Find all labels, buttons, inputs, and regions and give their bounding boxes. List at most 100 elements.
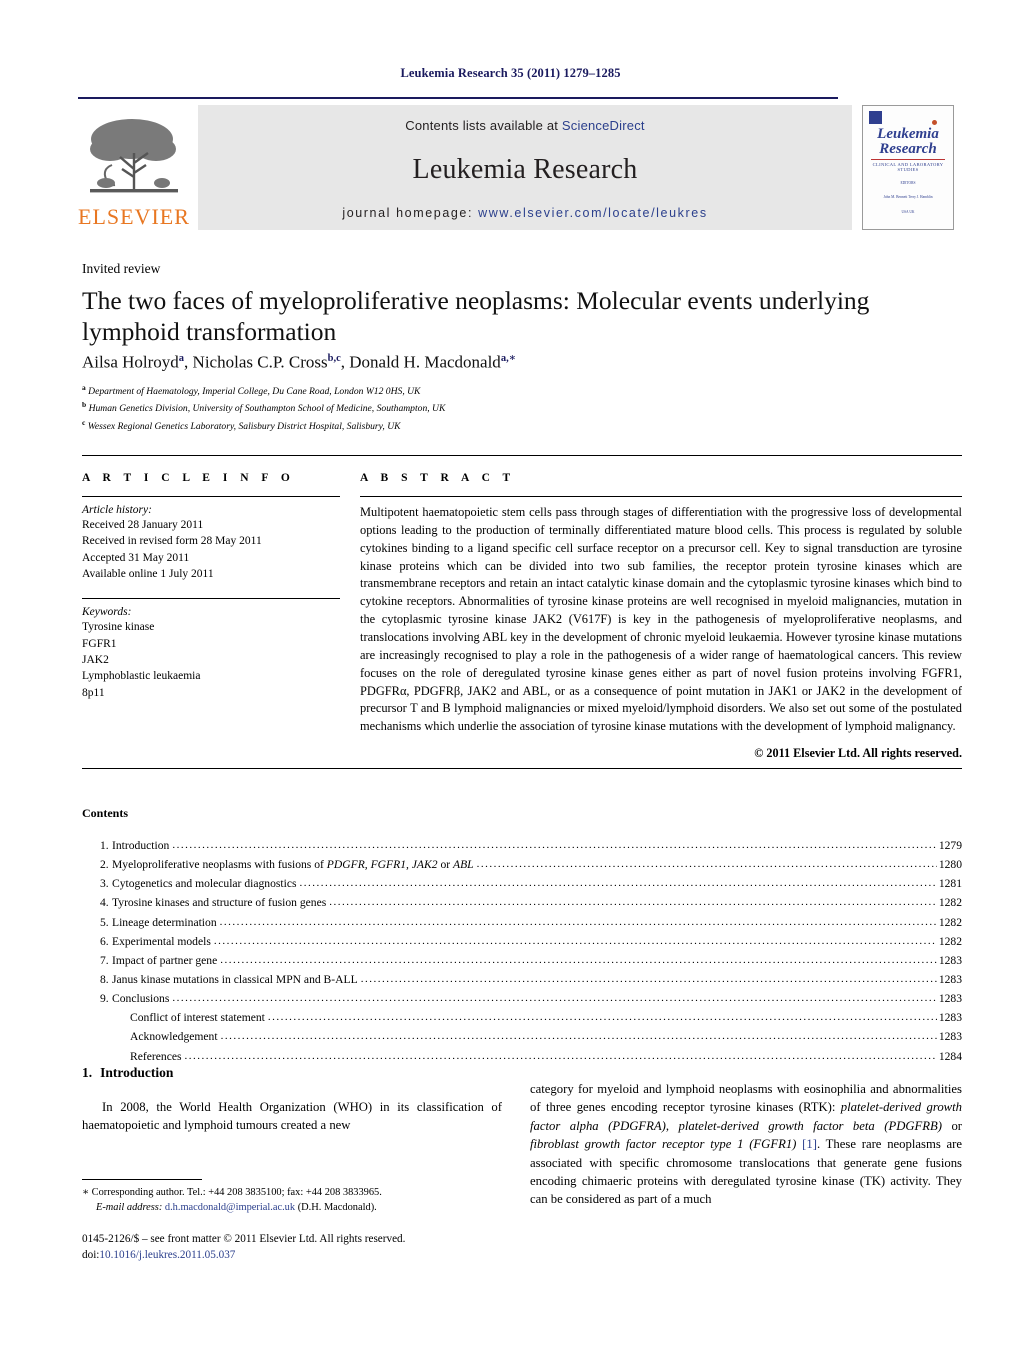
affiliation-list: a Department of Haematology, Imperial Co… bbox=[82, 382, 962, 434]
cover-divider bbox=[871, 158, 945, 160]
footnote-rule bbox=[82, 1179, 202, 1180]
section-number: 1. bbox=[82, 1065, 93, 1080]
toc-row[interactable]: 3. Cytogenetics and molecular diagnostics… bbox=[82, 874, 962, 893]
cover-accent-dot-icon bbox=[932, 120, 937, 125]
toc-number: 3. bbox=[100, 877, 109, 891]
journal-homepage-link[interactable]: www.elsevier.com/locate/leukres bbox=[478, 206, 708, 220]
article-history-item: Received in revised form 28 May 2011 bbox=[82, 535, 262, 548]
toc-leader-dots: ........................................… bbox=[360, 972, 937, 985]
doi-prefix: doi: bbox=[82, 1248, 100, 1261]
doi-link[interactable]: 10.1016/j.leukres.2011.05.037 bbox=[99, 1249, 235, 1261]
body-column-left: In 2008, the World Health Organization (… bbox=[82, 1098, 502, 1135]
email-address-link[interactable]: d.h.macdonald@imperial.ac.uk bbox=[165, 1202, 295, 1213]
toc-row[interactable]: 6. Experimental models...................… bbox=[82, 932, 962, 951]
affiliation-item: c Wessex Regional Genetics Laboratory, S… bbox=[82, 417, 962, 434]
article-type-label: Invited review bbox=[82, 261, 161, 276]
toc-page-number: 1283 bbox=[938, 992, 962, 1006]
article-info-heading: A R T I C L E I N F O bbox=[82, 472, 295, 484]
toc-row[interactable]: Acknowledgement.........................… bbox=[82, 1027, 962, 1046]
article-history-item: Accepted 31 May 2011 bbox=[82, 551, 190, 564]
elsevier-tree-icon bbox=[90, 119, 178, 193]
running-head: Leukemia Research 35 (2011) 1279–1285 bbox=[400, 66, 621, 80]
toc-number: 8. bbox=[100, 972, 109, 986]
toc-label: Tyrosine kinases and structure of fusion… bbox=[112, 896, 327, 910]
abstract-column: A B S T R A C T Multipotent haematopoiet… bbox=[360, 472, 962, 761]
toc-page-number: 1279 bbox=[938, 839, 962, 852]
abstract-text: Multipotent haematopoietic stem cells pa… bbox=[360, 505, 962, 734]
toc-row[interactable]: References..............................… bbox=[82, 1047, 962, 1066]
table-of-contents: 1. Introduction..........................… bbox=[82, 836, 962, 1066]
toc-number: 6. bbox=[100, 934, 109, 948]
body-column-right: category for myeloid and lymphoid neopla… bbox=[530, 1080, 962, 1209]
toc-leader-dots: ........................................… bbox=[220, 953, 937, 966]
keyword-item: Tyrosine kinase bbox=[82, 621, 155, 634]
journal-band: Contents lists available at ScienceDirec… bbox=[198, 105, 852, 230]
keyword-item: Lymphoblastic leukaemia bbox=[82, 670, 201, 683]
toc-number: 2. bbox=[100, 858, 109, 872]
toc-leader-dots: ........................................… bbox=[184, 1049, 937, 1062]
journal-title: Leukemia Research bbox=[412, 153, 638, 185]
cover-editors-places: USA UK bbox=[901, 210, 915, 215]
article-title: The two faces of myeloproliferative neop… bbox=[82, 286, 870, 347]
toc-leader-dots: ........................................… bbox=[329, 896, 937, 909]
toc-label: References bbox=[130, 1049, 182, 1063]
journal-masthead: ELSEVIER Contents lists available at Sci… bbox=[78, 97, 954, 230]
email-address-label: E-mail address: bbox=[96, 1202, 163, 1214]
toc-leader-dots: ........................................… bbox=[172, 839, 937, 851]
affiliation-item: a Department of Haematology, Imperial Co… bbox=[82, 382, 962, 399]
toc-row[interactable]: 1. Introduction..........................… bbox=[82, 836, 962, 855]
toc-leader-dots: ........................................… bbox=[299, 877, 937, 890]
toc-row[interactable]: 5. Lineage determination.................… bbox=[82, 913, 962, 932]
toc-row[interactable]: Conflict of interest statement..........… bbox=[82, 1008, 962, 1027]
toc-leader-dots: ........................................… bbox=[220, 1030, 937, 1043]
abstract-copyright: © 2011 Elsevier Ltd. All rights reserved… bbox=[754, 746, 962, 761]
article-info-rule bbox=[82, 496, 340, 497]
keyword-item: JAK2 bbox=[82, 653, 109, 666]
doi-line: doi:10.1016/j.leukres.2011.05.037 bbox=[82, 1248, 562, 1264]
keywords-label: Keywords: bbox=[82, 606, 132, 619]
toc-label: Experimental models bbox=[112, 934, 211, 948]
toc-row[interactable]: 7. Impact of partner gene................… bbox=[82, 951, 962, 970]
toc-page-number: 1281 bbox=[938, 877, 962, 891]
intro-paragraph-left: In 2008, the World Health Organization (… bbox=[82, 1100, 502, 1133]
info-abstract-band: A R T I C L E I N F O Article history: R… bbox=[82, 455, 962, 761]
toc-page-number: 1283 bbox=[938, 1011, 962, 1025]
toc-page-number: 1282 bbox=[938, 934, 962, 948]
toc-leader-dots: ........................................… bbox=[172, 992, 936, 1005]
elsevier-logo: ELSEVIER bbox=[78, 105, 190, 230]
toc-row[interactable]: 8. Janus kinase mutations in classical MP… bbox=[82, 970, 962, 989]
affiliation-marker: c bbox=[82, 417, 86, 427]
toc-row[interactable]: 9. Conclusions...........................… bbox=[82, 989, 962, 1008]
author-list: Ailsa Holroyda, Nicholas C.P. Crossb,c, … bbox=[82, 352, 516, 372]
toc-row[interactable]: 2. Myeloproliferative neoplasms with fusi… bbox=[82, 855, 962, 874]
toc-number: 4. bbox=[100, 896, 109, 910]
toc-label: Impact of partner gene bbox=[112, 953, 218, 967]
journal-homepage-prefix: journal homepage: bbox=[342, 206, 479, 220]
toc-label: Cytogenetics and molecular diagnostics bbox=[112, 877, 297, 891]
toc-label: Conflict of interest statement bbox=[130, 1011, 265, 1025]
section-heading-introduction: 1. Introduction bbox=[82, 1065, 173, 1081]
cover-title-line1: Leukemia bbox=[877, 126, 939, 142]
toc-leader-dots: ........................................… bbox=[219, 915, 937, 928]
toc-leader-dots: ........................................… bbox=[476, 858, 937, 871]
keywords-block: Keywords: Tyrosine kinase FGFR1 JAK2 Lym… bbox=[82, 598, 340, 701]
masthead-top-rule bbox=[78, 97, 838, 99]
affiliation-item: b Human Genetics Division, University of… bbox=[82, 399, 962, 416]
toc-number: 7. bbox=[100, 953, 109, 967]
toc-row[interactable]: 4. Tyrosine kinases and structure of fusi… bbox=[82, 893, 962, 912]
toc-number: 9. bbox=[100, 992, 109, 1006]
keyword-item: 8p11 bbox=[82, 686, 105, 699]
article-history-item: Available online 1 July 2011 bbox=[82, 567, 214, 580]
toc-label: Acknowledgement bbox=[130, 1030, 218, 1044]
toc-page-number: 1283 bbox=[938, 953, 962, 967]
section-title: Introduction bbox=[100, 1065, 174, 1080]
page-footer: 0145-2126/$ – see front matter © 2011 El… bbox=[82, 1232, 562, 1264]
cover-editors-names: John M. Bennett Terry J. Hamblin bbox=[883, 195, 933, 200]
intro-paragraph-right: category for myeloid and lymphoid neopla… bbox=[530, 1082, 963, 1207]
toc-page-number: 1284 bbox=[938, 1049, 962, 1063]
footnote-marker: ∗ bbox=[82, 1187, 90, 1198]
elsevier-wordmark: ELSEVIER bbox=[78, 204, 190, 229]
sciencedirect-link[interactable]: ScienceDirect bbox=[562, 118, 645, 133]
affiliation-text: Wessex Regional Genetics Laboratory, Sal… bbox=[87, 420, 401, 432]
contents-heading: Contents bbox=[82, 806, 129, 820]
